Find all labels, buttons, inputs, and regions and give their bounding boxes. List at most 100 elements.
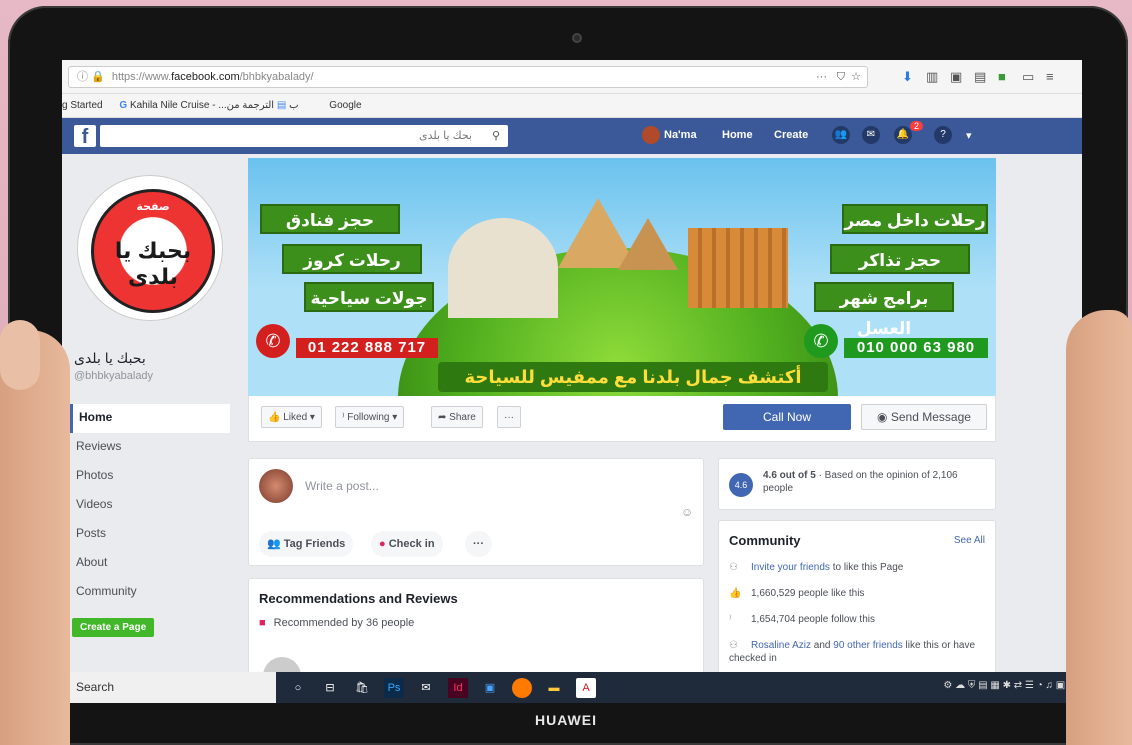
- right-hand: [1066, 310, 1132, 745]
- recommended-by-row: ■ Recommended by 36 people: [259, 617, 414, 629]
- url-bar[interactable]: ⓘ 🔒 https://www.facebook.com/bhbkyabalad…: [68, 66, 868, 88]
- window-icon[interactable]: ▭: [1022, 69, 1034, 85]
- invite-icon: ⚇: [729, 562, 738, 573]
- check-in-label: Check in: [388, 538, 435, 550]
- composer-more-button[interactable]: ···: [465, 531, 492, 557]
- library-icon[interactable]: ▥: [926, 69, 938, 85]
- follows-count: 1,654,704 people follow this: [751, 614, 875, 625]
- call-now-button[interactable]: Call Now: [723, 404, 851, 430]
- cover-label: رحلات داخل مصر: [842, 204, 988, 234]
- page-handle[interactable]: @bhbkyabalady: [74, 370, 153, 382]
- help-icon[interactable]: ?: [934, 126, 952, 144]
- share-label: Share: [449, 412, 476, 423]
- cover-pyramid-graphic: [618, 218, 678, 270]
- rating-score: 4.6 out of 5: [763, 470, 816, 481]
- info-icon[interactable]: ⓘ: [77, 71, 88, 83]
- notifications-icon[interactable]: 🔔: [894, 126, 912, 144]
- cover-temple-graphic: [688, 228, 788, 308]
- more-actions-button[interactable]: ···: [497, 406, 521, 428]
- user-avatar: [259, 469, 293, 503]
- cover-label: جولات سياحية: [304, 282, 434, 312]
- nav-item-photos[interactable]: Photos: [70, 462, 230, 491]
- url-prefix: https://www.: [111, 71, 172, 83]
- emoji-icon[interactable]: ☺: [681, 505, 693, 519]
- tag-friends-button[interactable]: 👥 Tag Friends: [259, 531, 354, 557]
- rss-icon: ⁾: [729, 614, 732, 625]
- cortana-icon[interactable]: ○: [288, 678, 308, 698]
- page-name: بحبك يا بلدى: [74, 350, 146, 366]
- download-icon[interactable]: ⬇: [902, 69, 913, 85]
- search-input[interactable]: بحك يا بلدى ⚲: [100, 125, 508, 147]
- addon-icon[interactable]: ■: [998, 69, 1006, 84]
- thumbs-up-icon: 👍: [268, 412, 281, 423]
- account-menu-icon[interactable]: ▾: [966, 129, 972, 142]
- home-link[interactable]: Home: [722, 129, 753, 141]
- following-label: Following ▾: [347, 412, 398, 423]
- indesign-icon[interactable]: Id: [448, 678, 468, 698]
- search-placeholder: بحك يا بلدى: [418, 130, 472, 142]
- logo-text: بحبك يا بلدى: [114, 238, 192, 289]
- create-page-button[interactable]: Create a Page: [72, 618, 155, 637]
- cover-tagline: أكتشف جمال بلدنا مع ممفيس للسياحة: [438, 362, 828, 392]
- cover-label: رحلات كروز: [282, 244, 422, 274]
- cover-label: حجز فنادق: [260, 204, 400, 234]
- nav-item-community[interactable]: Community: [70, 578, 230, 607]
- menu-icon[interactable]: ≡: [1046, 69, 1054, 84]
- rating-card: 4.6 4.6 out of 5 · Based on the opinion …: [718, 458, 996, 510]
- page-actions-icon[interactable]: ···: [816, 67, 827, 87]
- see-all-link[interactable]: See All: [954, 535, 985, 546]
- firefox-icon[interactable]: [512, 678, 532, 698]
- nav-item-home[interactable]: Home: [70, 404, 230, 433]
- google-icon: G: [119, 100, 128, 111]
- friends-icon: ⚇: [729, 640, 738, 651]
- friend-requests-icon[interactable]: 👥: [832, 126, 850, 144]
- nav-item-posts[interactable]: Posts: [70, 520, 230, 549]
- share-icon: ➦: [438, 412, 447, 423]
- nav-item-about[interactable]: About: [70, 549, 230, 578]
- system-tray[interactable]: ⚙ ☁ ⛨ ▤ ▦ ✱ ⇄ ☰ ◔ ♫ ▣ ع: [943, 680, 1074, 691]
- liked-label: Liked ▾: [283, 412, 315, 423]
- recommended-by-text: Recommended by 36 people: [273, 617, 415, 629]
- store-icon[interactable]: 🛍: [352, 678, 372, 698]
- app-icon[interactable]: ▣: [480, 678, 500, 698]
- photoshop-icon[interactable]: Ps: [384, 678, 404, 698]
- taskbar-search-input[interactable]: Search: [62, 672, 276, 703]
- community-row: ⁾ 1,654,704 people follow this: [729, 613, 989, 626]
- nav-item-reviews[interactable]: Reviews: [70, 433, 230, 462]
- messenger-icon[interactable]: ✉: [862, 126, 880, 144]
- mail-icon[interactable]: ✉: [416, 678, 436, 698]
- pdf-reader-icon[interactable]: A: [576, 678, 596, 698]
- liked-button[interactable]: 👍 Liked ▾: [261, 406, 322, 428]
- following-button[interactable]: ⁾ Following ▾: [335, 406, 405, 428]
- sidebar-icon[interactable]: ▣: [950, 69, 962, 85]
- url-host: facebook.com: [171, 71, 240, 83]
- search-icon[interactable]: ⚲: [492, 125, 500, 147]
- extension-icon[interactable]: ▤: [974, 69, 986, 85]
- bookmark-item[interactable]: g Started: [62, 100, 103, 111]
- check-in-button[interactable]: ● Check in: [371, 531, 443, 557]
- other-friends-link[interactable]: 90 other friends: [833, 640, 903, 651]
- cover-label: حجز تذاكر طيران: [830, 244, 970, 300]
- share-button[interactable]: ➦ Share: [431, 406, 483, 428]
- user-avatar[interactable]: [642, 126, 660, 144]
- task-view-icon[interactable]: ⊟: [320, 678, 340, 698]
- tag-friends-label: Tag Friends: [283, 538, 346, 550]
- user-name-link[interactable]: Na'ma: [664, 129, 697, 141]
- file-explorer-icon[interactable]: ▬: [544, 678, 564, 698]
- cover-label: برامج شهر العسل: [814, 282, 954, 338]
- left-thumb: [0, 320, 40, 390]
- cover-phone-number: 010 000 63 980: [844, 338, 988, 358]
- nav-item-videos[interactable]: Videos: [70, 491, 230, 520]
- send-message-label: Send Message: [890, 410, 971, 424]
- pocket-icon[interactable]: ⛉: [837, 67, 845, 87]
- bookmark-star-icon[interactable]: ☆: [851, 67, 861, 87]
- write-post-input[interactable]: Write a post...: [305, 479, 379, 493]
- page-profile-picture[interactable]: صفحة بحبك يا بلدى: [78, 176, 222, 320]
- cover-photo[interactable]: حجز فنادق رحلات كروز جولات سياحية رحلات …: [248, 158, 996, 396]
- facebook-logo-icon[interactable]: f: [74, 125, 96, 148]
- create-link[interactable]: Create: [774, 129, 808, 141]
- friend-link[interactable]: Rosaline Aziz: [751, 640, 811, 651]
- invite-friends-link[interactable]: Invite your friends: [751, 562, 830, 573]
- send-message-button[interactable]: ◉ Send Message: [861, 404, 987, 430]
- likes-count: 1,660,529 people like this: [751, 588, 865, 599]
